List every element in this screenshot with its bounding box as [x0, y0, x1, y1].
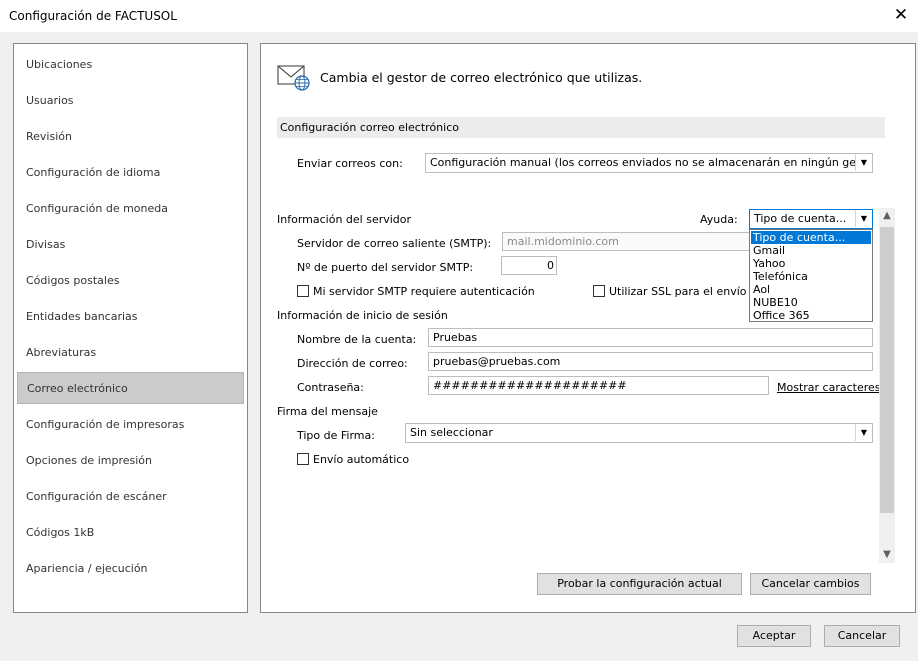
page-title: Cambia el gestor de correo electrónico q… — [320, 70, 643, 85]
auto-send-label: Envío automático — [313, 453, 410, 466]
server-info-title: Información del servidor — [277, 213, 412, 226]
help-label: Ayuda: — [700, 213, 738, 226]
scrollbar-thumb[interactable] — [880, 227, 894, 513]
show-characters-link[interactable]: Mostrar caracteres — [777, 381, 881, 394]
smtp-server-input[interactable]: mail.midominio.com — [502, 232, 752, 251]
dropdown-option[interactable]: Telefónica — [751, 270, 871, 283]
sidebar-item-opciones-impresion[interactable]: Opciones de impresión — [17, 445, 244, 477]
dropdown-option[interactable]: Office 365 — [751, 309, 871, 322]
smtp-label: Servidor de correo saliente (SMTP): — [297, 237, 492, 250]
sidebar-item-divisas[interactable]: Divisas — [17, 229, 244, 261]
port-label: Nº de puerto del servidor SMTP: — [297, 261, 474, 274]
email-label: Dirección de correo: — [297, 357, 408, 370]
auth-checkbox[interactable] — [297, 285, 309, 297]
send-with-label: Enviar correos con: — [297, 157, 403, 170]
dropdown-option[interactable]: Yahoo — [751, 257, 871, 270]
accept-button[interactable]: Aceptar — [737, 625, 811, 647]
cancel-changes-button[interactable]: Cancelar cambios — [750, 573, 871, 595]
login-info-title: Información de inicio de sesión — [277, 309, 448, 322]
sidebar-item-apariencia[interactable]: Apariencia / ejecución — [17, 553, 244, 585]
window-title: Configuración de FACTUSOL — [9, 9, 177, 23]
signature-type-value: Sin seleccionar — [410, 426, 493, 439]
dropdown-option[interactable]: NUBE10 — [751, 296, 871, 309]
sidebar-item-codigos-1kb[interactable]: Códigos 1kB — [17, 517, 244, 549]
signature-type-label: Tipo de Firma: — [297, 429, 375, 442]
auth-checkbox-label: Mi servidor SMTP requiere autenticación — [313, 285, 535, 298]
port-input[interactable]: 0 — [501, 256, 557, 275]
send-with-select[interactable]: Configuración manual (los correos enviad… — [425, 153, 873, 173]
chevron-down-icon[interactable]: ▼ — [855, 154, 872, 171]
chevron-down-icon[interactable]: ▼ — [855, 210, 872, 227]
account-type-dropdown[interactable]: Tipo de cuenta... Gmail Yahoo Telefónica… — [749, 229, 873, 322]
send-with-value: Configuración manual (los correos enviad… — [430, 156, 872, 169]
sidebar-item-entidades-bancarias[interactable]: Entidades bancarias — [17, 301, 244, 333]
dropdown-option[interactable]: Tipo de cuenta... — [751, 231, 871, 244]
signature-title: Firma del mensaje — [277, 405, 378, 418]
sidebar-item-idioma[interactable]: Configuración de idioma — [17, 157, 244, 189]
sidebar-item-revision[interactable]: Revisión — [17, 121, 244, 153]
chevron-down-icon[interactable]: ▼ — [855, 424, 872, 441]
password-label: Contraseña: — [297, 381, 364, 394]
sidebar-item-moneda[interactable]: Configuración de moneda — [17, 193, 244, 225]
sidebar-item-codigos-postales[interactable]: Códigos postales — [17, 265, 244, 297]
sidebar-item-escaner[interactable]: Configuración de escáner — [17, 481, 244, 513]
close-icon[interactable]: ✕ — [890, 4, 912, 26]
section-header-email-config: Configuración correo electrónico — [277, 117, 885, 138]
test-configuration-button[interactable]: Probar la configuración actual — [537, 573, 742, 595]
account-name-input[interactable]: Pruebas — [428, 328, 873, 347]
scroll-down-icon[interactable]: ▼ — [879, 547, 895, 563]
sidebar-item-abreviaturas[interactable]: Abreviaturas — [17, 337, 244, 369]
password-input[interactable]: ##################### — [428, 376, 769, 395]
help-combo-value: Tipo de cuenta... — [754, 212, 847, 225]
sidebar-item-correo-electronico[interactable]: Correo electrónico — [17, 372, 244, 404]
cancel-button[interactable]: Cancelar — [824, 625, 900, 647]
scroll-up-icon[interactable]: ▲ — [879, 208, 895, 224]
sidebar-item-usuarios[interactable]: Usuarios — [17, 85, 244, 117]
dropdown-option[interactable]: Gmail — [751, 244, 871, 257]
dropdown-option[interactable]: Aol — [751, 283, 871, 296]
ssl-checkbox[interactable] — [593, 285, 605, 297]
signature-type-select[interactable]: Sin seleccionar ▼ — [405, 423, 873, 443]
section-title: Configuración correo electrónico — [280, 121, 459, 134]
help-account-type-select[interactable]: Tipo de cuenta... ▼ — [749, 209, 873, 229]
mail-globe-icon — [277, 65, 310, 91]
ssl-checkbox-label: Utilizar SSL para el envío de — [609, 285, 764, 298]
sidebar-item-impresoras[interactable]: Configuración de impresoras — [17, 409, 244, 441]
sidebar: Ubicaciones Usuarios Revisión Configurac… — [13, 43, 248, 613]
sidebar-item-ubicaciones[interactable]: Ubicaciones — [17, 49, 244, 81]
email-input[interactable]: pruebas@pruebas.com — [428, 352, 873, 371]
auto-send-checkbox[interactable] — [297, 453, 309, 465]
account-name-label: Nombre de la cuenta: — [297, 333, 417, 346]
